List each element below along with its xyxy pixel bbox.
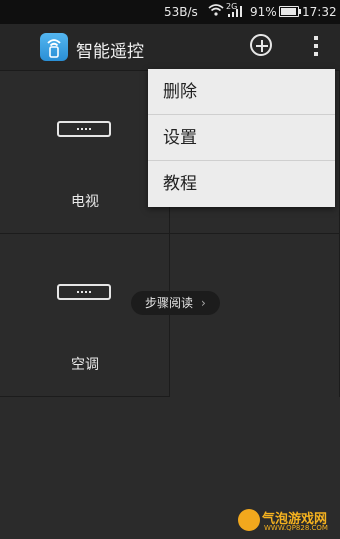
device-tile-ac[interactable]: 空调 — [0, 234, 170, 397]
menu-item-tutorial[interactable]: 教程 — [148, 161, 335, 207]
menu-item-settings[interactable]: 设置 — [148, 115, 335, 161]
battery-percent: 91% — [250, 5, 277, 19]
empty-tile — [170, 234, 340, 397]
wifi-icon — [208, 4, 224, 19]
add-device-button[interactable] — [250, 34, 272, 56]
device-tile-tv[interactable]: 电视 — [0, 71, 170, 234]
overflow-dot-icon — [314, 36, 318, 40]
overflow-dot-icon — [314, 52, 318, 56]
overflow-menu: 删除 设置 教程 — [148, 69, 335, 207]
step-reading-label: 步骤阅读 — [145, 296, 194, 310]
app-logo-icon — [40, 33, 68, 61]
set-top-box-icon — [57, 121, 111, 137]
step-reading-button[interactable]: 步骤阅读 › — [131, 291, 220, 315]
app-bar: 智能遥控 — [0, 24, 340, 71]
network-speed: 53B/s — [164, 5, 198, 19]
watermark: 气泡游戏网 WWW.QP828.COM — [238, 506, 338, 534]
watermark-logo-icon — [238, 509, 260, 531]
set-top-box-icon — [57, 284, 111, 300]
device-label: 电视 — [71, 194, 99, 210]
app-title: 智能遥控 — [76, 42, 144, 62]
battery-icon — [279, 6, 301, 17]
signal-icon — [228, 6, 242, 20]
status-bar: 53B/s 2G 91% 17:32 — [0, 0, 340, 24]
clock: 17:32 — [302, 5, 337, 19]
chevron-right-icon: › — [201, 296, 206, 310]
watermark-url: WWW.QP828.COM — [264, 524, 328, 532]
overflow-dot-icon — [314, 44, 318, 48]
overflow-menu-button[interactable] — [309, 34, 323, 60]
device-label: 空调 — [71, 357, 99, 373]
menu-item-delete[interactable]: 删除 — [148, 69, 335, 115]
